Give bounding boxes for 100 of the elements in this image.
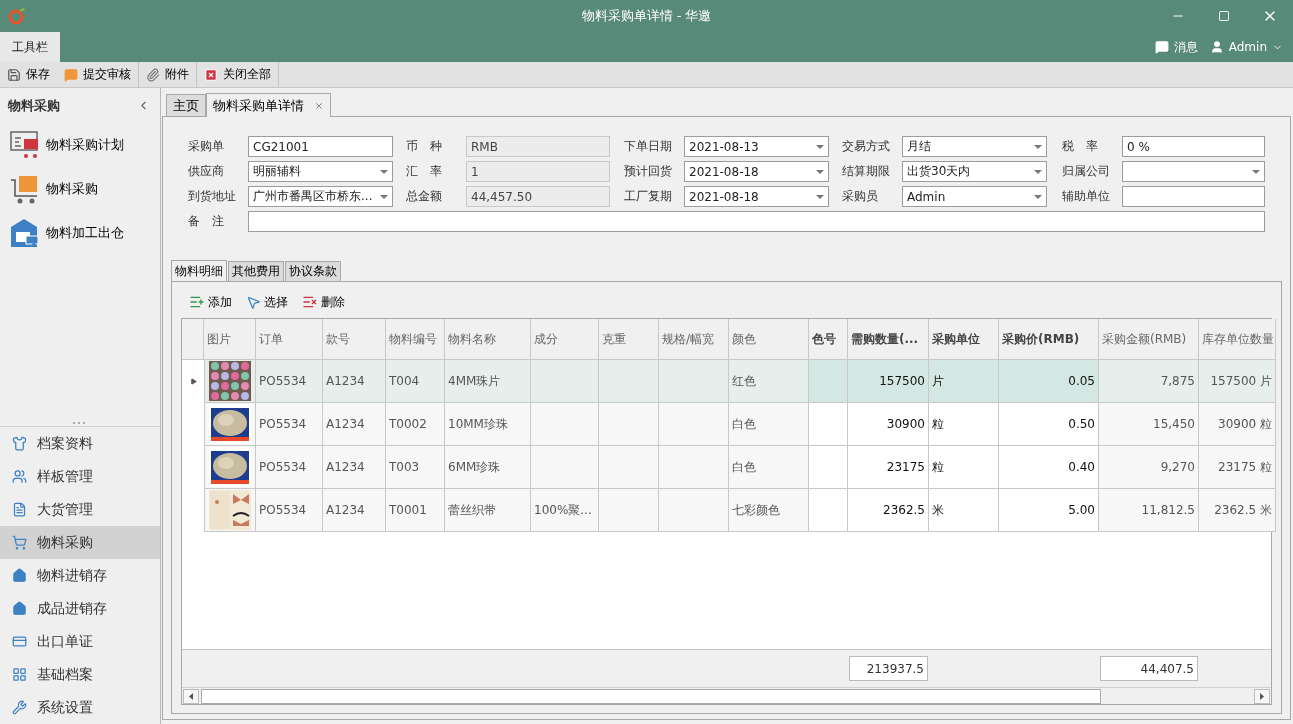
input-field[interactable] xyxy=(1122,186,1265,207)
caret-icon xyxy=(380,169,388,174)
table-cell xyxy=(659,446,729,489)
scrollbar-thumb[interactable] xyxy=(201,688,1101,704)
user-menu[interactable]: Admin xyxy=(1203,32,1289,62)
scroll-right-button[interactable] xyxy=(1254,688,1270,704)
nav-item[interactable]: 样板管理 xyxy=(0,460,160,493)
dropdown-field[interactable]: Admin xyxy=(902,186,1047,207)
dropdown-field[interactable]: 出货30天内 xyxy=(902,161,1047,182)
column-header[interactable]: 需购数量(... xyxy=(848,319,929,360)
nav-item[interactable]: 系统设置 xyxy=(0,691,160,724)
toolbar-button[interactable]: 附件 xyxy=(139,62,197,87)
toolbar-button[interactable]: 关闭全部 xyxy=(197,62,279,87)
column-header[interactable]: 订单 xyxy=(256,319,323,360)
column-header[interactable]: 克重 xyxy=(599,319,659,360)
dropdown-field[interactable]: 2021-08-18 xyxy=(684,161,829,182)
detail-tab[interactable]: 物料明细 xyxy=(171,260,227,282)
table-cell: 23175 粒 xyxy=(1199,446,1276,489)
input-field[interactable]: 44,457.50 xyxy=(466,186,610,207)
ribbon-tab[interactable]: 工具栏 xyxy=(0,32,60,62)
input-field[interactable] xyxy=(248,211,1265,232)
table-cell xyxy=(531,403,599,446)
dropdown-field[interactable]: 2021-08-13 xyxy=(684,136,829,157)
table-cell: 157500 片 xyxy=(1199,360,1276,403)
nav-item[interactable]: 大货管理 xyxy=(0,493,160,526)
table-cell: 七彩颜色 xyxy=(729,489,809,532)
column-header[interactable]: 采购单位 xyxy=(929,319,999,360)
table-cell: A1234 xyxy=(323,446,386,489)
logo-icon xyxy=(8,7,26,25)
card-icon xyxy=(12,634,27,649)
total-value: 44,407.5 xyxy=(1100,656,1198,681)
column-header[interactable]: 图片 xyxy=(204,319,256,360)
messages-button[interactable]: 消息 xyxy=(1148,32,1204,62)
table-cell: 7,875 xyxy=(1099,360,1199,403)
table-cell: 红色 xyxy=(729,360,809,403)
column-header[interactable]: 库存单位数量 xyxy=(1199,319,1276,360)
maximize-icon xyxy=(1218,10,1230,22)
table-cell: 157500 xyxy=(848,360,929,403)
table-cell: 片 xyxy=(929,360,999,403)
cart-list-icon xyxy=(10,131,40,159)
grid-icon xyxy=(12,667,27,682)
close-icon[interactable] xyxy=(314,100,324,111)
input-field[interactable]: 1 xyxy=(466,161,610,182)
column-header[interactable]: 成分 xyxy=(531,319,599,360)
table-cell: 30900 粒 xyxy=(1199,403,1276,446)
document-tab[interactable]: 物料采购单详情 xyxy=(206,93,331,117)
toolbar-button[interactable]: 提交审核 xyxy=(57,62,139,87)
detail-tab[interactable]: 协议条款 xyxy=(285,261,341,281)
row-indicator-icon xyxy=(189,377,197,385)
field-label: 结算期限 xyxy=(842,163,891,180)
nav-item[interactable]: 物料采购 xyxy=(0,526,160,559)
user-icon xyxy=(1209,40,1224,54)
table-cell: 2362.5 xyxy=(848,489,929,532)
comment-icon xyxy=(64,67,78,82)
input-field[interactable]: 0 % xyxy=(1122,136,1265,157)
toolbar-button[interactable]: 保存 xyxy=(0,62,57,87)
table-cell: 粒 xyxy=(929,446,999,489)
input-field[interactable]: RMB xyxy=(466,136,610,157)
nav-item[interactable]: 档案资料 xyxy=(0,427,160,460)
nav-item[interactable]: 出口单证 xyxy=(0,625,160,658)
warehouse-truck-icon xyxy=(10,218,40,248)
dropdown-field[interactable] xyxy=(1122,161,1265,182)
field-label: 预计回货 xyxy=(624,163,673,180)
table-cell: A1234 xyxy=(323,360,386,403)
column-header[interactable]: 物料名称 xyxy=(445,319,531,360)
sidebar-shortcut[interactable]: 物料采购 xyxy=(0,167,160,211)
caret-icon xyxy=(1034,144,1042,149)
nav-item[interactable]: 物料进销存 xyxy=(0,559,160,592)
column-header[interactable]: 采购价(RMB) xyxy=(999,319,1099,360)
dropdown-field[interactable]: 明丽辅料 xyxy=(248,161,393,182)
column-header[interactable]: 采购金额(RMB) xyxy=(1099,319,1199,360)
column-header[interactable]: 规格/幅宽 xyxy=(659,319,729,360)
dropdown-field[interactable]: 广州市番禺区市桥东... xyxy=(248,186,393,207)
sidebar-shortcut[interactable]: 物料加工出仓 xyxy=(0,211,160,255)
scroll-left-button[interactable] xyxy=(183,688,199,704)
column-header[interactable]: 色号 xyxy=(809,319,848,360)
table-cell xyxy=(531,446,599,489)
table-cell: T003 xyxy=(386,446,445,489)
input-field[interactable]: CG21001 xyxy=(248,136,393,157)
grid-toolbar-button[interactable]: 删除 xyxy=(302,290,345,314)
field-label: 交易方式 xyxy=(842,138,891,155)
nav-item[interactable]: 成品进销存 xyxy=(0,592,160,625)
grid-toolbar-button[interactable]: 选择 xyxy=(246,290,288,314)
nav-item[interactable]: 基础档案 xyxy=(0,658,160,691)
detail-tab[interactable]: 其他费用 xyxy=(228,261,284,281)
dropdown-field[interactable]: 月结 xyxy=(902,136,1047,157)
column-header[interactable]: 款号 xyxy=(323,319,386,360)
splitter-handle[interactable] xyxy=(73,421,87,424)
column-header[interactable]: 物料编号 xyxy=(386,319,445,360)
grid-toolbar-button[interactable]: 添加 xyxy=(189,290,232,314)
column-header[interactable]: 颜色 xyxy=(729,319,809,360)
table-cell: 4MM珠片 xyxy=(445,360,531,403)
table-cell: 0.40 xyxy=(999,446,1099,489)
caret-icon xyxy=(1034,169,1042,174)
dropdown-field[interactable]: 2021-08-18 xyxy=(684,186,829,207)
caret-icon xyxy=(816,144,824,149)
table-cell: 9,270 xyxy=(1099,446,1199,489)
document-tab[interactable]: 主页 xyxy=(166,94,206,116)
close-all-icon xyxy=(204,67,218,82)
sidebar-shortcut[interactable]: 物料采购计划 xyxy=(0,123,160,167)
